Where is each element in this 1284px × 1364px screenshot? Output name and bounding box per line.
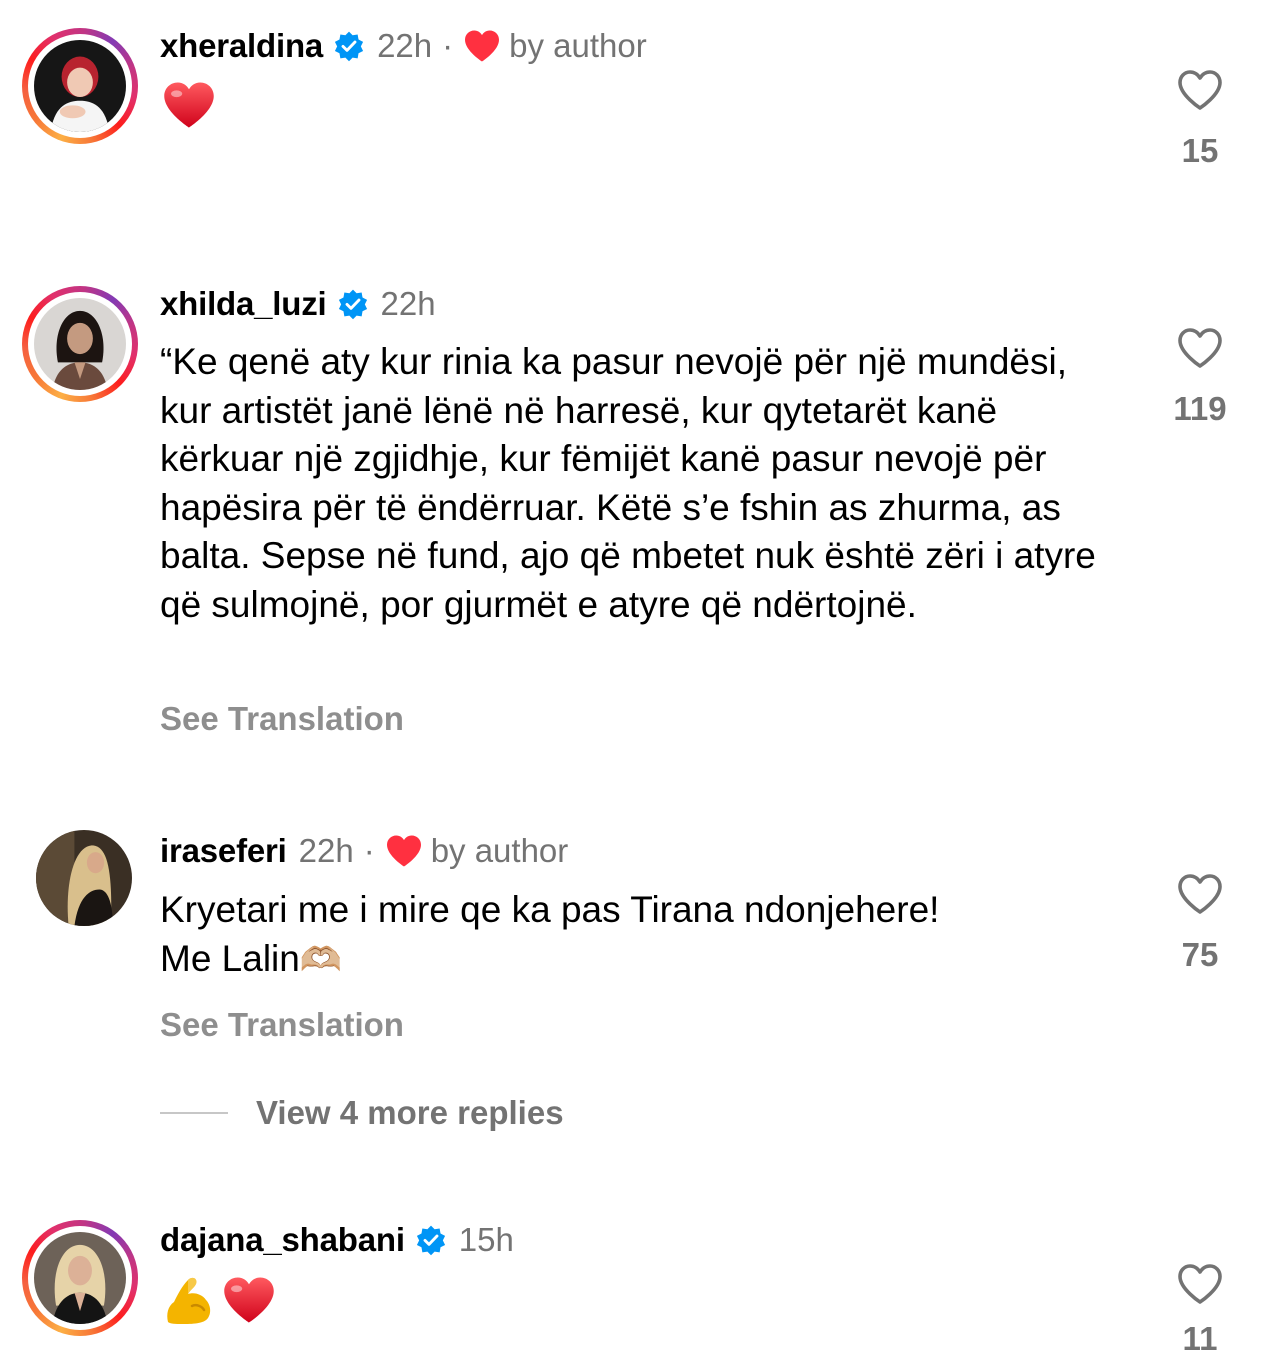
like-count[interactable]: 11 <box>1160 1320 1240 1358</box>
avatar[interactable] <box>22 1220 138 1336</box>
comment-username[interactable]: dajana_shabani <box>160 1221 405 1259</box>
comment-text-fragment: Me Lalin <box>160 937 300 979</box>
heart-hands-emoji: 🫶🏼 <box>299 939 343 980</box>
avatar-photo <box>34 298 126 390</box>
heart-outline-icon[interactable] <box>1176 1262 1224 1306</box>
like-count[interactable]: 15 <box>1160 132 1240 170</box>
replies-divider-line <box>160 1112 228 1114</box>
comment-username[interactable]: xhilda_luzi <box>160 285 327 323</box>
like-column: 75 <box>1160 872 1240 974</box>
heart-outline-icon[interactable] <box>1176 326 1224 370</box>
comment-timestamp[interactable]: 22h <box>381 285 436 323</box>
verified-badge-icon <box>334 31 364 62</box>
liked-by-author-label: by author <box>430 832 569 869</box>
verified-badge-icon <box>416 1225 445 1256</box>
avatar-photo <box>36 830 132 926</box>
see-translation-button[interactable]: See Translation <box>160 700 404 738</box>
like-count[interactable]: 75 <box>1160 936 1240 974</box>
see-translation-button[interactable]: See Translation <box>160 1006 404 1044</box>
comment-username[interactable]: iraseferi <box>160 832 287 870</box>
heart-filled-icon <box>465 30 500 62</box>
flexed-biceps-emoji <box>167 1277 211 1324</box>
avatar-photo <box>34 1232 126 1324</box>
red-heart-emoji <box>164 82 214 128</box>
view-more-replies-label[interactable]: View 4 more replies <box>256 1094 564 1132</box>
heart-outline-icon[interactable] <box>1176 872 1224 916</box>
comment-text: Kryetari me i mire qe ka pas Tirana ndon… <box>160 886 1120 984</box>
heart-filled-icon <box>386 835 421 867</box>
comment-timestamp[interactable]: 22h <box>299 832 354 870</box>
liked-by-author-label: by author <box>509 27 647 64</box>
like-column: 15 <box>1160 68 1240 170</box>
verified-badge-icon <box>338 289 367 320</box>
comment-emoji-row <box>162 1272 276 1326</box>
red-heart-emoji <box>224 1277 274 1323</box>
separator-dot: · <box>363 832 375 869</box>
avatar[interactable] <box>22 28 138 144</box>
comment-text: “Ke qenë aty kur rinia ka pasur nevojë p… <box>160 341 1096 625</box>
comment-username[interactable]: xheraldina <box>160 27 323 65</box>
comment-text-line: Me Lalin🫶🏼 <box>160 935 1120 985</box>
view-more-replies-button[interactable]: View 4 more replies <box>160 1094 564 1132</box>
comment-timestamp[interactable]: 22h <box>377 27 432 65</box>
like-column: 11 <box>1160 1262 1240 1358</box>
avatar-photo <box>34 40 126 132</box>
like-count[interactable]: 119 <box>1160 390 1240 428</box>
comment-timestamp[interactable]: 15h <box>459 1221 514 1259</box>
comment-emoji-row <box>162 80 216 130</box>
comment-text-line: Kryetari me i mire qe ka pas Tirana ndon… <box>160 889 940 930</box>
heart-outline-icon[interactable] <box>1176 68 1224 112</box>
separator-dot: · <box>442 27 454 64</box>
like-column: 119 <box>1160 326 1240 428</box>
avatar[interactable] <box>22 286 138 402</box>
avatar[interactable] <box>36 830 132 926</box>
